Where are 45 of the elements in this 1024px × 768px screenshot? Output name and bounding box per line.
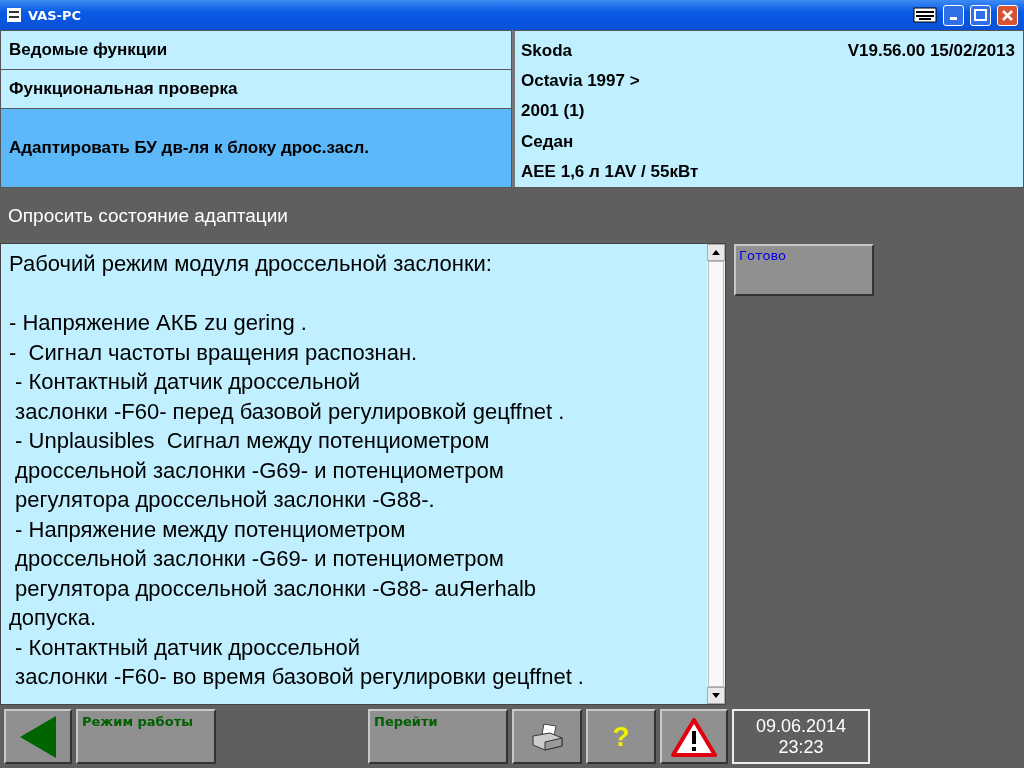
scroll-down-icon[interactable] [712, 693, 720, 698]
scroll-up-icon[interactable] [712, 250, 720, 255]
back-arrow-icon [18, 714, 58, 759]
status-text-line: - Сигнал частоты вращения распознан. [9, 339, 418, 365]
status-text-line: дроссельной заслонки -G69- и потенциометром [14, 546, 504, 571]
status-text-line: - Напряжение между потенциометром [14, 516, 406, 542]
status-text-line: заслонки -F60- перед базовой регулировкой geцffnet . [14, 398, 565, 424]
vehicle-year: 2001 (1) [521, 100, 586, 123]
print-button[interactable] [512, 709, 582, 764]
status-text-line: регулятора дроссельной заслонки -G88- auЯerhalb [14, 575, 537, 601]
function-item[interactable]: Ведомые функции [1, 31, 511, 70]
window-title: VAS-PC [28, 7, 83, 23]
warning-icon [671, 716, 717, 757]
vehicle-body: Седан [521, 130, 575, 153]
mode-button[interactable]: Режим работы [76, 709, 216, 764]
engine-info: AEE 1,6 л 1AV / 55кВт [521, 160, 700, 183]
done-button[interactable]: Готово [734, 244, 874, 296]
status-text-line: - Контактный датчик дроссельной [14, 634, 361, 660]
warning-button[interactable] [660, 709, 728, 764]
minimize-button[interactable] [943, 4, 964, 26]
help-button[interactable]: ? [586, 709, 656, 764]
back-button[interactable] [4, 709, 72, 764]
goto-button[interactable]: Перейти [368, 709, 508, 764]
scrollbar[interactable] [707, 244, 725, 704]
date-text: 09.06.2014 [755, 715, 847, 737]
keyboard-icon[interactable] [913, 6, 937, 24]
status-text-line: допуска. [9, 605, 97, 630]
close-button[interactable] [997, 4, 1018, 26]
vehicle-make: Skoda [521, 39, 573, 62]
vehicle-model: Octavia 1997 > [521, 70, 641, 93]
function-item[interactable]: Адаптировать БУ дв-ля к блоку дрос.засл. [1, 109, 511, 187]
status-text-line: дроссельной заслонки -G69- и потенциометром [14, 457, 504, 483]
status-text-line: - Напряжение АКБ zu gering . [9, 310, 307, 335]
status-text-line: - Контактный датчик дроссельной [14, 369, 361, 394]
section-title: Опросить состояние адаптации [7, 203, 289, 228]
status-text-line: Рабочий режим модуля дроссельной заслонки: [9, 251, 492, 276]
time-text: 23:23 [778, 736, 824, 758]
status-text-line: регулятора дроссельной заслонки -G88-. [14, 487, 435, 512]
printer-icon [530, 721, 564, 752]
status-text-line: - Unplausibles Сигнал между потенциометром [14, 428, 490, 453]
software-version: V19.56.00 15/02/2013 [847, 39, 1015, 62]
status-text-line: заслонки -F60- во время базовой регулировки geцffnet . [14, 664, 584, 689]
minimize-icon [950, 16, 957, 20]
app-icon [6, 7, 22, 23]
maximize-button[interactable] [970, 4, 991, 26]
